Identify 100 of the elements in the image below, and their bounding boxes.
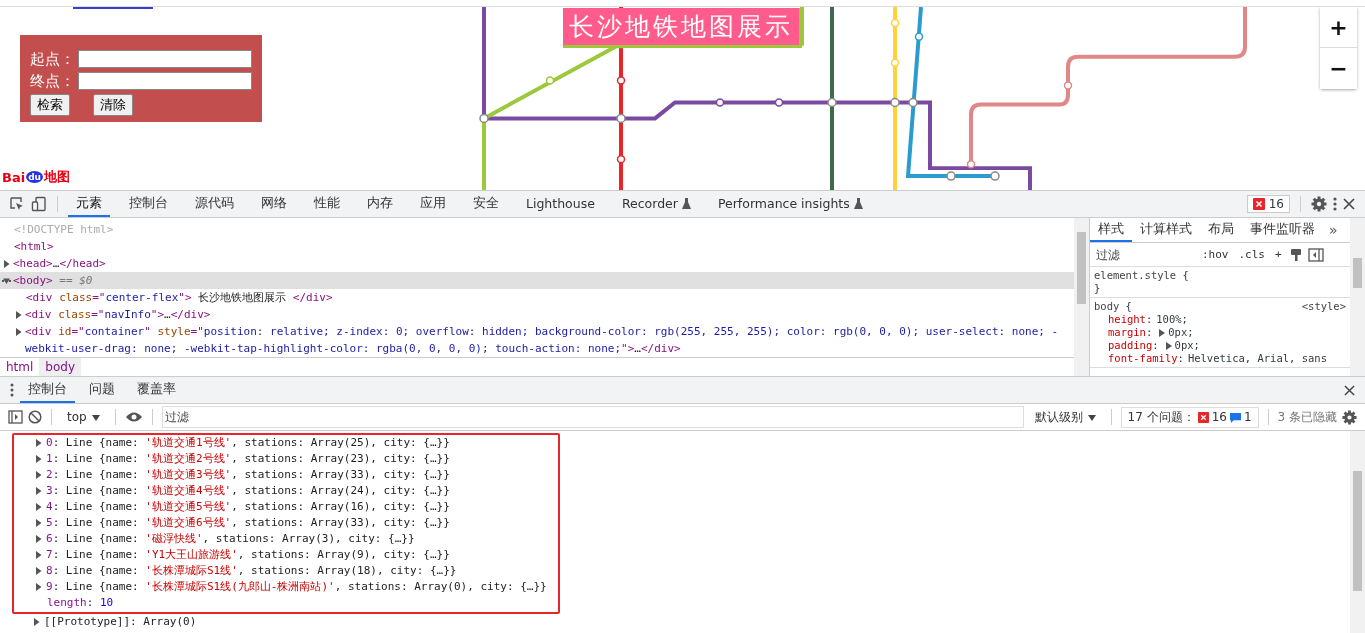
- console-line[interactable]: 3: Line {name: '轨道交通4号线', stations: Array(24), city: {…}}: [14, 483, 558, 499]
- breadcrumb[interactable]: html: [0, 358, 40, 376]
- dom-node-row[interactable]: <head>…</head>: [0, 255, 1074, 272]
- zoom-button[interactable]: −: [1320, 48, 1357, 89]
- scrollbar[interactable]: [1350, 218, 1365, 376]
- eye-icon[interactable]: [124, 411, 143, 423]
- scrollbar[interactable]: [1074, 218, 1089, 376]
- css-selector: body {: [1094, 300, 1132, 313]
- devtools-tab[interactable]: Recorder: [613, 191, 699, 217]
- zoom-button[interactable]: +: [1320, 7, 1357, 48]
- console-line[interactable]: 2: Line {name: '轨道交通3号线', stations: Array(33), city: {…}}: [14, 467, 558, 483]
- css-brace: }: [1094, 282, 1102, 295]
- devtools-tab[interactable]: 内存: [359, 191, 401, 217]
- caret-icon: [1087, 414, 1096, 421]
- drawer-tab[interactable]: 问题: [81, 377, 123, 403]
- expand-arrow-icon[interactable]: [1165, 341, 1172, 350]
- collapsed-arrow-icon[interactable]: [15, 311, 22, 319]
- caret-icon: [91, 415, 100, 421]
- style-tool-button[interactable]: +: [1273, 248, 1284, 261]
- style-tool-button[interactable]: .cls: [1236, 248, 1267, 261]
- style-tool-button[interactable]: :hov: [1200, 248, 1231, 261]
- devtools-tab[interactable]: 源代码: [187, 191, 242, 217]
- flask-icon: [681, 197, 691, 209]
- css-property: margin:: [1108, 326, 1153, 339]
- close-icon[interactable]: [1343, 198, 1355, 210]
- form-button[interactable]: 检索: [30, 94, 70, 116]
- css-property: font-family:: [1108, 352, 1184, 365]
- input-field[interactable]: [78, 50, 252, 68]
- expanded-arrow-icon[interactable]: [3, 277, 10, 285]
- more-menu-icon[interactable]: [10, 383, 14, 397]
- dom-node-row[interactable]: <div class="center-flex"> 长沙地铁地图展示 </div>: [0, 289, 1074, 306]
- drawer-tab[interactable]: 覆盖率: [129, 377, 184, 403]
- page-title: 长沙地铁地图展示: [563, 8, 802, 48]
- dom-node-row[interactable]: <div class="navInfo">…</div>: [0, 306, 1074, 323]
- scrollbar[interactable]: [1350, 431, 1365, 633]
- dom-node-code: <div class="navInfo">…</div>: [25, 307, 211, 323]
- console-line[interactable]: 4: Line {name: '轨道交通5号线', stations: Array(16), city: {…}}: [14, 499, 558, 515]
- input-field[interactable]: [78, 72, 252, 90]
- css-selector: element.style {: [1094, 269, 1189, 282]
- devtools-tab[interactable]: 应用: [412, 191, 454, 217]
- devtools-tab[interactable]: Performance insights: [709, 191, 871, 217]
- error-icon: [1197, 411, 1209, 423]
- inspect-icon[interactable]: [9, 196, 25, 212]
- close-icon[interactable]: [1344, 384, 1355, 396]
- dom-node-code: <head>…</head>: [13, 256, 106, 272]
- clear-icon[interactable]: [28, 410, 42, 424]
- devtools-tab[interactable]: 元素: [68, 191, 110, 217]
- console-line[interactable]: 1: Line {name: '轨道交通2号线', stations: Array(23), city: {…}}: [14, 451, 558, 467]
- styles-tab[interactable]: 样式: [1090, 218, 1132, 242]
- settings-icon[interactable]: [1342, 409, 1357, 425]
- context-dropdown[interactable]: top: [61, 409, 106, 425]
- error-count-badge[interactable]: 16: [1246, 195, 1290, 213]
- console-line[interactable]: 8: Line {name: '长株潭城际S1线', stations: Array(18), city: {…}}: [14, 563, 558, 579]
- level-dropdown[interactable]: 默认级别: [1028, 407, 1102, 427]
- field-label: 起点：: [30, 49, 76, 69]
- expand-arrow-icon[interactable]: [1159, 328, 1166, 337]
- settings-icon[interactable]: [1311, 196, 1327, 212]
- paint-icon[interactable]: [1289, 247, 1302, 262]
- dom-node-code: <div id="container" style="position: relative; z-index: 0; overflow: hidden; background-color: rgb(255, 255, 255); color: rgb(0, 0, 0); user-select: none; -webkit-user-drag: none; -webkit-tap-highlight-color: rgba(0, 0, 0, 0); touch-action: none;">…</div>: [25, 324, 1060, 357]
- map-logo: Bai du 地图: [2, 168, 70, 186]
- devtools-tab[interactable]: 网络: [253, 191, 295, 217]
- devtools-tab[interactable]: Lighthouse: [518, 191, 603, 217]
- drawer-tab[interactable]: 控制台: [20, 377, 75, 403]
- console-line[interactable]: 0: Line {name: '轨道交通1号线', stations: Array(25), city: {…}}: [14, 435, 558, 451]
- message-icon: [1229, 411, 1241, 423]
- device-icon[interactable]: [31, 196, 47, 212]
- css-property: height:: [1108, 313, 1153, 326]
- form-button[interactable]: 清除: [93, 94, 133, 116]
- styles-tab[interactable]: 计算样式: [1132, 218, 1200, 242]
- collapsed-arrow-icon[interactable]: [3, 260, 10, 268]
- more-tabs-button[interactable]: »: [1323, 221, 1344, 239]
- more-menu-icon[interactable]: [1333, 196, 1337, 212]
- filter-field[interactable]: 过滤: [161, 406, 1024, 428]
- collapsed-arrow-icon[interactable]: [15, 328, 22, 336]
- css-value: 100%;: [1156, 313, 1188, 326]
- field-label: 终点：: [30, 71, 76, 91]
- sidebar-icon[interactable]: [8, 410, 23, 424]
- console-line[interactable]: 5: Line {name: '轨道交通6号线', stations: Array(33), city: {…}}: [14, 515, 558, 531]
- console-line[interactable]: length: 10: [14, 595, 558, 611]
- dom-node-row[interactable]: <body> == $0: [0, 272, 1074, 289]
- dom-node-code: <html>: [14, 239, 54, 255]
- dom-node-code: <!DOCTYPE html>: [14, 222, 114, 238]
- console-line[interactable]: [[Prototype]]: Array(0): [12, 614, 556, 630]
- issues-button[interactable]: 17 个问题： 16 1: [1120, 406, 1259, 428]
- styles-tab[interactable]: 布局: [1200, 218, 1242, 242]
- css-value: 0px;: [1168, 326, 1194, 339]
- css-value: Helvetica, Arial, sans: [1187, 352, 1327, 365]
- console-line[interactable]: 6: Line {name: '磁浮快线', stations: Array(3), city: {…}}: [14, 531, 558, 547]
- dom-node-row[interactable]: <html>: [0, 238, 1074, 255]
- hidden-count: 3 条已隐藏: [1277, 408, 1337, 426]
- breadcrumb[interactable]: body: [39, 358, 82, 376]
- dom-node-code: <body> == $0: [13, 273, 93, 289]
- console-line[interactable]: 7: Line {name: 'Y1大王山旅游线', stations: Array(9), city: {…}}: [14, 547, 558, 563]
- styles-tab[interactable]: 事件监听器: [1242, 218, 1323, 242]
- devtools-tab[interactable]: 安全: [465, 191, 507, 217]
- style-source-link[interactable]: <style>: [1301, 300, 1346, 313]
- console-line[interactable]: 9: Line {name: '长株潭城际S1线(九郎山-株洲南站)', stations: Array(0), city: {…}}: [14, 579, 558, 595]
- devtools-tab[interactable]: 控制台: [121, 191, 176, 217]
- sidebar-toggle-icon[interactable]: [1307, 247, 1324, 262]
- devtools-tab[interactable]: 性能: [306, 191, 348, 217]
